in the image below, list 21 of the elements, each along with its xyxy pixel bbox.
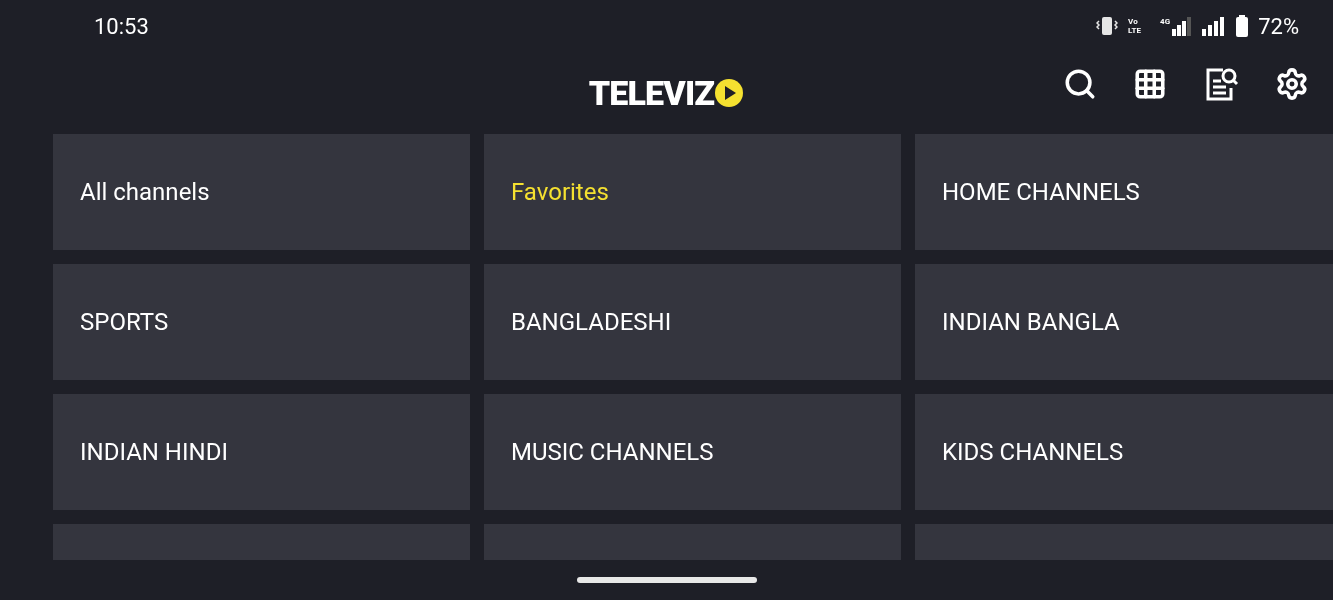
clock-time: 10:53 xyxy=(94,12,149,41)
category-tile[interactable]: KIDS CHANNELS xyxy=(915,394,1333,510)
battery-icon xyxy=(1236,15,1249,37)
vibrate-icon xyxy=(1096,15,1119,37)
category-tile[interactable]: MUSIC CHANNELS xyxy=(484,394,901,510)
volte-label: Vo LTE xyxy=(1128,17,1142,35)
category-tile[interactable]: INDIAN BANGLA xyxy=(915,264,1333,380)
category-tile[interactable]: Favorites xyxy=(484,134,901,250)
signal-icon xyxy=(1172,16,1193,36)
grid-button[interactable] xyxy=(1133,67,1167,101)
category-tile[interactable]: HOME CHANNELS xyxy=(915,134,1333,250)
category-tile[interactable]: All channels xyxy=(53,134,470,250)
search-button[interactable] xyxy=(1063,67,1097,101)
app-logo: TELEVIZ xyxy=(588,67,745,119)
category-tile[interactable]: BANGLADESHI xyxy=(484,264,901,380)
category-tile[interactable]: INDIAN HINDI xyxy=(53,394,470,510)
network-label: 4G xyxy=(1160,16,1171,28)
signal-icon xyxy=(1202,16,1227,36)
settings-button[interactable] xyxy=(1275,67,1309,101)
category-tile[interactable]: SPORTS xyxy=(53,264,470,380)
battery-percent: 72% xyxy=(1258,12,1299,41)
